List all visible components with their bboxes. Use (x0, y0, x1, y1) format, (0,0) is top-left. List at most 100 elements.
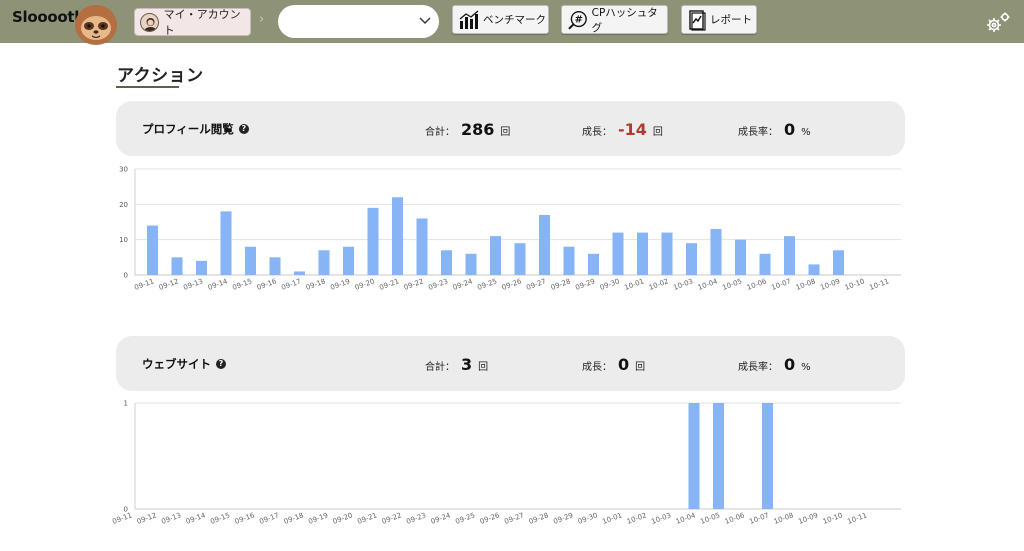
x-tick-label: 09-17 (280, 277, 302, 291)
y-tick-label: 30 (119, 166, 128, 174)
chart-bar (784, 236, 795, 275)
x-tick-label: 09-19 (329, 277, 351, 291)
chart-bar (294, 271, 305, 275)
x-tick-label: 10-11 (846, 511, 868, 525)
x-tick-label: 09-30 (599, 277, 621, 291)
x-tick-label: 10-09 (819, 277, 841, 291)
x-tick-label: 09-29 (574, 277, 596, 291)
chart-bar (269, 257, 281, 275)
y-tick-label: 0 (124, 272, 128, 280)
x-tick-label: 10-06 (724, 511, 746, 526)
x-tick-label: 10-10 (822, 511, 844, 525)
x-tick-label: 09-20 (354, 277, 376, 291)
x-tick-label: 10-04 (697, 277, 719, 292)
x-tick-label: 10-05 (699, 511, 721, 525)
chart-bar (735, 239, 746, 275)
x-tick-label: 10-03 (650, 511, 672, 525)
x-tick-label: 09-16 (234, 511, 256, 526)
x-tick-label: 09-24 (430, 511, 452, 526)
x-tick-label: 09-18 (283, 511, 305, 525)
x-tick-label: 09-15 (209, 511, 231, 525)
x-tick-label: 09-21 (378, 277, 400, 291)
profile-views-bar-chart: 010203009-11 09-12 09-13 09-14 09-15 09-16 09-… (111, 166, 901, 526)
chart-bar (612, 232, 624, 275)
x-tick-label: 10-09 (797, 511, 819, 525)
x-tick-label: 09-25 (454, 511, 476, 525)
x-tick-label: 10-08 (773, 511, 795, 525)
chart-bar (147, 225, 158, 275)
x-tick-label: 09-21 (356, 511, 378, 525)
x-tick-label: 09-24 (452, 277, 474, 292)
chart-bar (196, 260, 207, 275)
x-tick-label: 09-19 (307, 511, 329, 525)
x-tick-label: 09-22 (381, 511, 403, 525)
x-tick-label: 10-04 (675, 511, 697, 526)
chart-bar (171, 257, 183, 275)
chart-bar (441, 250, 452, 275)
x-tick-label: 10-01 (623, 277, 645, 291)
x-tick-label: 09-23 (405, 511, 427, 525)
chart-bar (759, 253, 771, 275)
chart-bar (637, 232, 648, 275)
chart-bar (710, 229, 722, 275)
chart-bar (686, 243, 697, 275)
x-tick-label: 10-01 (601, 511, 623, 525)
chart-bar (220, 211, 232, 275)
y-tick-label: 10 (119, 236, 128, 244)
chart-bar (588, 253, 599, 275)
x-tick-label: 10-02 (648, 277, 670, 291)
chart-bar (245, 246, 256, 275)
x-tick-label: 09-26 (479, 511, 501, 526)
y-tick-label: 20 (119, 201, 128, 209)
x-tick-label: 09-26 (501, 277, 523, 292)
x-tick-label: 09-30 (577, 511, 599, 525)
x-tick-label: 09-18 (305, 277, 327, 291)
x-tick-label: 09-13 (182, 277, 204, 291)
chart-bar (833, 250, 844, 275)
x-tick-label: 09-28 (528, 511, 550, 525)
chart-bar (514, 243, 526, 275)
chart-bar (465, 253, 477, 275)
x-tick-label: 09-17 (258, 511, 280, 525)
chart-bar (661, 232, 673, 275)
chart-bar (490, 236, 501, 275)
chart-bar (688, 403, 700, 509)
x-tick-label: 09-13 (160, 511, 182, 525)
x-tick-label: 10-08 (795, 277, 817, 291)
chart-bar (392, 197, 403, 275)
chart-bar (539, 214, 550, 275)
x-tick-label: 09-20 (332, 511, 354, 525)
x-tick-label: 09-27 (525, 277, 547, 291)
x-tick-label: 09-16 (256, 277, 278, 292)
chart-bar (563, 246, 575, 275)
x-tick-label: 09-15 (231, 277, 253, 291)
chart-bar (318, 250, 330, 275)
x-tick-label: 09-28 (550, 277, 572, 291)
x-tick-label: 09-12 (158, 277, 180, 291)
x-tick-label: 09-29 (552, 511, 574, 525)
x-tick-label: 10-03 (672, 277, 694, 291)
x-tick-label: 10-07 (770, 277, 792, 291)
x-tick-label: 09-25 (476, 277, 498, 291)
x-tick-label: 09-14 (185, 511, 207, 526)
chart-bar (713, 403, 724, 509)
x-tick-label: 09-14 (207, 277, 229, 292)
x-tick-label: 09-11 (111, 511, 133, 525)
x-tick-label: 10-06 (746, 277, 768, 292)
x-tick-label: 10-05 (721, 277, 743, 291)
y-tick-label: 1 (124, 400, 128, 408)
chart-bar (343, 246, 354, 275)
x-tick-label: 09-27 (503, 511, 525, 525)
x-tick-label: 10-11 (868, 277, 890, 291)
x-tick-label: 10-10 (844, 277, 866, 291)
x-tick-label: 09-22 (403, 277, 425, 291)
chart-bar (762, 403, 773, 509)
x-tick-label: 09-11 (133, 277, 155, 291)
x-tick-label: 09-12 (136, 511, 158, 525)
x-tick-label: 09-23 (427, 277, 449, 291)
x-tick-label: 10-02 (626, 511, 648, 525)
chart-bar (367, 207, 379, 275)
chart-bar (808, 264, 820, 275)
chart-bar (416, 218, 428, 275)
x-tick-label: 10-07 (748, 511, 770, 525)
